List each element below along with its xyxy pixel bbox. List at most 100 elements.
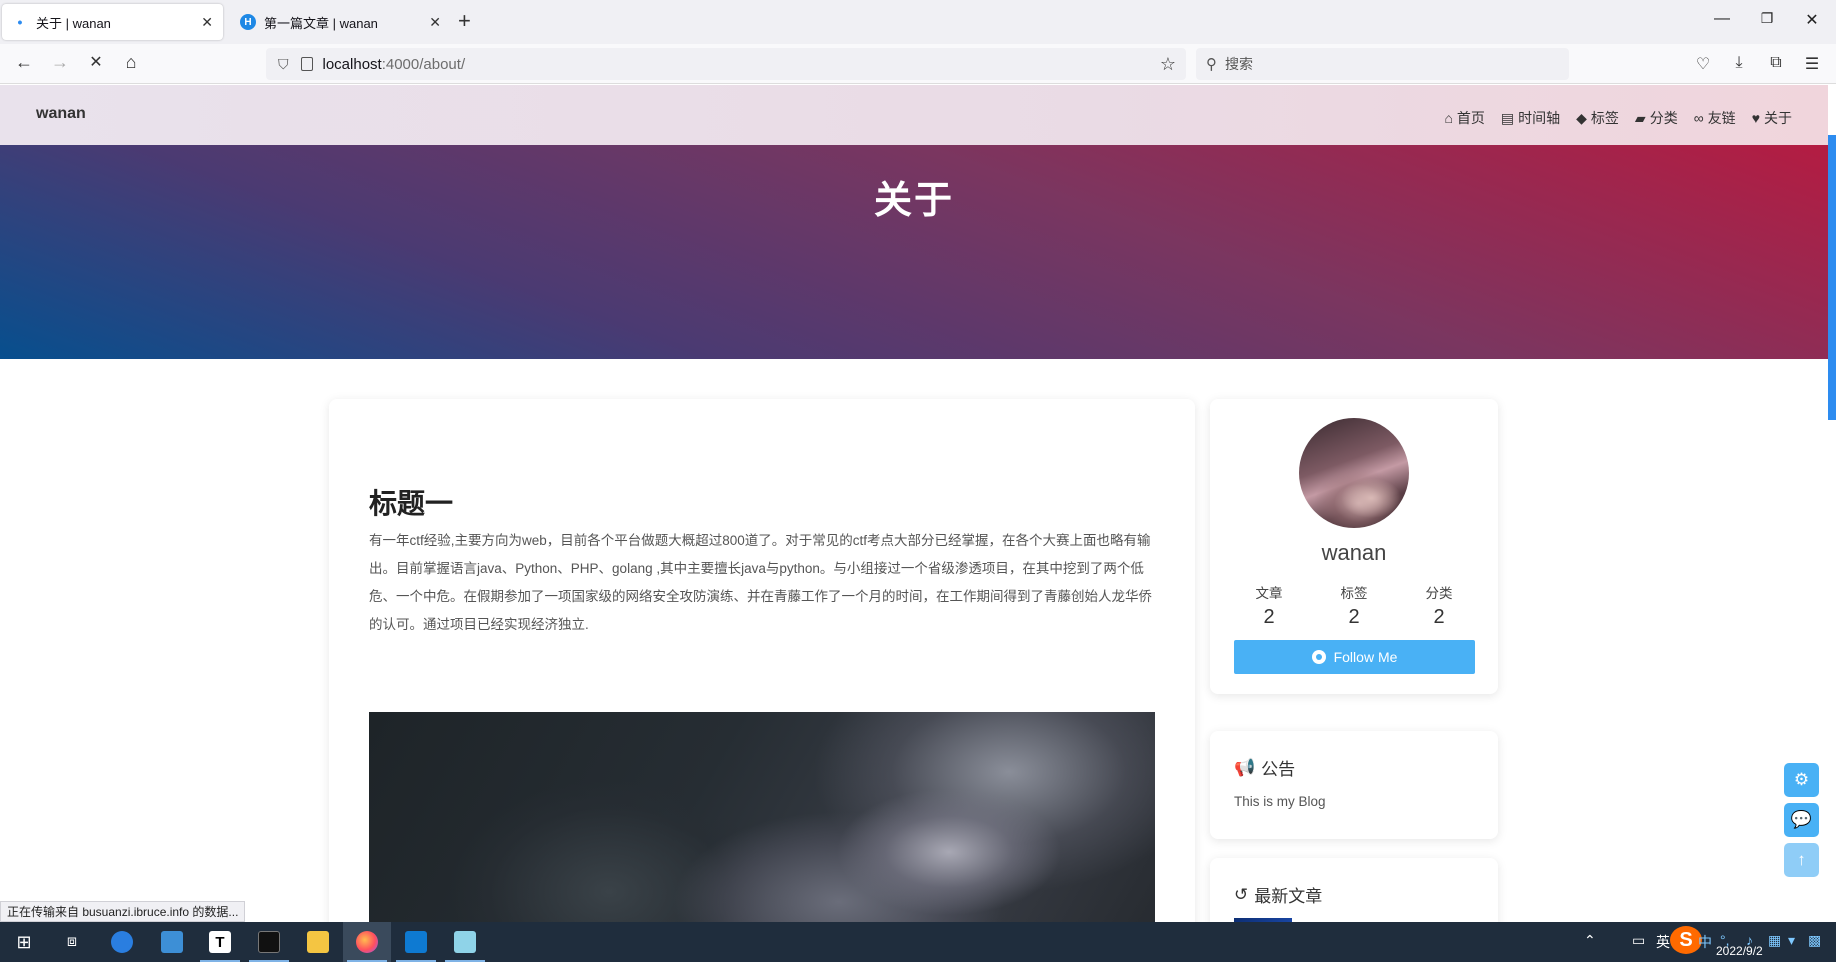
menu-label: 友链 (1707, 110, 1736, 126)
site-title[interactable]: wanan (36, 105, 86, 123)
article-image (369, 712, 1155, 922)
menu-item-about[interactable]: ♥ 关于 (1752, 108, 1792, 128)
url-path: :4000/about/ (381, 55, 466, 73)
tracking-shield-icon[interactable]: ⛉ (278, 56, 289, 73)
browser-tabbar: • 关于 | wanan ✕ H 第一篇文章 | wanan ✕ + — ❐ ✕ (0, 0, 1836, 44)
keyboard-icon[interactable]: ▦ (1768, 932, 1781, 949)
author-name: wanan (1321, 540, 1387, 565)
tab-about[interactable]: • 关于 | wanan ✕ (2, 4, 223, 40)
network-icon[interactable]: ▭ (1632, 932, 1645, 949)
menu-item-tags[interactable]: ◆ 标签 (1576, 108, 1619, 128)
tags-icon: ◆ (1576, 109, 1587, 126)
comments-icon: 💬 (1790, 810, 1813, 829)
app-icon (454, 931, 476, 953)
toolbox-icon[interactable]: ▩ (1808, 932, 1821, 949)
url-bar[interactable]: ⛉ localhost :4000/about/ ☆ (266, 48, 1186, 80)
stat-label: 文章 (1255, 586, 1283, 601)
heart-icon: ♥ (1751, 110, 1760, 126)
task-view-icon: ⧈ (66, 933, 78, 950)
taskbar-app-terminal[interactable] (245, 922, 293, 962)
menu-item-archives[interactable]: ▤ 时间轴 (1501, 108, 1560, 128)
recent-posts-heading: ↺ 最新文章 (1234, 882, 1322, 907)
bullhorn-icon: 📢 (1234, 757, 1256, 777)
announcement-card: 📢 公告 This is my Blog (1210, 731, 1498, 839)
bookmark-star-icon[interactable]: ☆ (1160, 54, 1176, 75)
task-view-button[interactable]: ⧈ (48, 922, 96, 962)
comments-button[interactable]: 💬 (1784, 803, 1819, 837)
minimize-icon[interactable]: — (1712, 10, 1732, 28)
follow-me-button[interactable]: Follow Me (1234, 640, 1475, 674)
start-button[interactable]: ⊞ (0, 922, 48, 962)
new-tab-button[interactable]: + (458, 8, 471, 34)
forward-icon[interactable]: → (48, 52, 72, 73)
stat-posts[interactable]: 文章 2 (1234, 582, 1304, 629)
archive-icon: ▤ (1500, 109, 1515, 126)
search-icon: ⚲ (1206, 56, 1217, 73)
stat-categories[interactable]: 分类 2 (1404, 582, 1474, 629)
stat-tags[interactable]: 标签 2 (1319, 582, 1389, 629)
menu-label: 首页 (1456, 110, 1485, 126)
stop-loading-icon[interactable]: ✕ (84, 52, 108, 72)
taskbar-app-explorer[interactable] (294, 922, 342, 962)
close-tab-icon[interactable]: ✕ (201, 14, 213, 31)
stat-value: 2 (1433, 606, 1445, 628)
restore-icon[interactable]: ❐ (1757, 10, 1777, 27)
page-viewport: wanan ⌂ 首页 ▤ 时间轴 ◆ 标签 ▰ 分类 ∞ 友链 ♥ 关于 关于 标题一 有一… (0, 85, 1836, 922)
recent-posts-title: 最新文章 (1254, 887, 1323, 906)
author-card: wanan 文章 2 标签 2 分类 2 Follow Me (1210, 399, 1498, 694)
page-info-icon[interactable] (300, 57, 313, 71)
taskbar-app-notes[interactable] (441, 922, 489, 962)
pocket-icon[interactable]: ♡ (1693, 54, 1713, 74)
avatar (1299, 418, 1409, 528)
taskbar-app-feishu[interactable] (98, 922, 146, 962)
stat-value: 2 (1348, 606, 1360, 628)
back-icon[interactable]: ← (12, 52, 36, 73)
article-paragraph: 有一年ctf经验,主要方向为web，目前各个平台做题大概超过800道了。对于常见… (369, 533, 1152, 632)
page-banner: 关于 (0, 145, 1828, 359)
page-title: 关于 (873, 180, 954, 222)
tab-title: 关于 | wanan (36, 15, 111, 31)
taskbar-clock[interactable]: 2022/9/2 (1716, 944, 1763, 958)
menu-item-home[interactable]: ⌂ 首页 (1444, 108, 1484, 128)
stat-label: 标签 (1340, 586, 1368, 601)
arrow-up-icon: ↑ (1797, 850, 1806, 869)
ime-lang[interactable]: 英 (1656, 932, 1670, 952)
skin-icon[interactable]: ▾ (1788, 932, 1795, 949)
recent-posts-card: ↺ 最新文章 (1210, 858, 1498, 922)
app-icon (161, 931, 183, 953)
window-close-icon[interactable]: ✕ (1802, 10, 1822, 30)
article-card: 标题一 有一年ctf经验,主要方向为web，目前各个平台做题大概超过800道了。… (329, 399, 1195, 922)
extensions-icon[interactable]: ⧉ (1766, 54, 1786, 72)
taskbar-app-firefox[interactable] (343, 922, 391, 962)
search-bar[interactable]: ⚲ 搜索 (1196, 48, 1569, 80)
windows-logo-icon: ⊞ (16, 931, 32, 952)
taskbar-app-editor[interactable] (148, 922, 196, 962)
announcement-text: This is my Blog (1234, 794, 1326, 809)
menu-item-links[interactable]: ∞ 友链 (1694, 108, 1736, 128)
taskbar-app-typora[interactable]: T (196, 922, 244, 962)
menu-label: 时间轴 (1518, 110, 1561, 126)
back-to-top-button[interactable]: ↑ (1784, 843, 1819, 877)
stat-value: 2 (1263, 606, 1275, 628)
tray-overflow-icon[interactable]: ⌃ (1584, 932, 1596, 949)
close-tab-icon[interactable]: ✕ (429, 14, 441, 31)
announcement-title: 公告 (1261, 760, 1296, 779)
home-icon[interactable]: ⌂ (119, 52, 143, 73)
terminal-icon (258, 931, 280, 953)
ime-mode[interactable]: 中 (1698, 932, 1712, 952)
menu-item-categories[interactable]: ▰ 分类 (1635, 108, 1678, 128)
github-icon (1311, 650, 1326, 664)
downloads-icon[interactable]: ⤓ (1729, 54, 1749, 72)
home-icon: ⌂ (1444, 110, 1453, 126)
tab-title: 第一篇文章 | wanan (264, 15, 378, 31)
page-scrollbar[interactable] (1828, 135, 1836, 420)
tab-first-post[interactable]: H 第一篇文章 | wanan ✕ (230, 4, 451, 40)
settings-button[interactable]: ⚙ (1784, 763, 1819, 797)
menu-hamburger-icon[interactable]: ☰ (1802, 54, 1822, 74)
taskbar-app-vscode[interactable] (392, 922, 440, 962)
follow-label: Follow Me (1333, 649, 1398, 665)
typora-icon: T (209, 931, 231, 953)
menu-label: 关于 (1764, 110, 1792, 126)
windows-taskbar: ⊞ ⧈ T ⌃ ▭ 英 S 中 °, ♪ ▦ ▾ ▩ 2022/9/2 (0, 922, 1836, 962)
site-menu: ⌂ 首页 ▤ 时间轴 ◆ 标签 ▰ 分类 ∞ 友链 ♥ 关于 (1444, 108, 1792, 128)
